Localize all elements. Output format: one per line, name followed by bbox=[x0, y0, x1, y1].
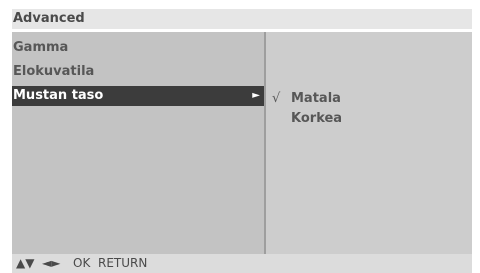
option-label: Matala bbox=[291, 91, 341, 106]
left-right-arrows-icon: ◄► bbox=[42, 256, 61, 270]
return-hint: RETURN bbox=[98, 256, 148, 270]
menu-title: Advanced bbox=[13, 11, 85, 26]
option-korkea[interactable]: Korkea bbox=[272, 110, 342, 128]
option-matala[interactable]: √ Matala bbox=[272, 90, 341, 108]
up-down-arrows-icon: ▲▼ bbox=[16, 256, 35, 270]
menu-item-label: Gamma bbox=[13, 40, 69, 55]
menu-title-bar: Advanced bbox=[12, 9, 472, 29]
submenu-arrow-icon: ► bbox=[252, 90, 260, 101]
menu-item-gamma[interactable]: Gamma bbox=[12, 38, 264, 58]
ok-hint: OK bbox=[73, 256, 91, 270]
options-panel bbox=[266, 32, 472, 254]
menu-item-elokuvatila[interactable]: Elokuvatila bbox=[12, 62, 264, 82]
menu-item-label: Mustan taso bbox=[13, 88, 104, 103]
help-bar: ▲▼ ◄► OK RETURN bbox=[12, 254, 472, 273]
menu-item-mustan-taso[interactable]: Mustan taso ► bbox=[12, 86, 264, 106]
check-mark-icon: √ bbox=[272, 91, 281, 106]
option-label: Korkea bbox=[291, 111, 343, 126]
menu-item-label: Elokuvatila bbox=[13, 64, 95, 79]
osd-screen: Advanced Gamma Elokuvatila Mustan taso ►… bbox=[0, 0, 480, 273]
